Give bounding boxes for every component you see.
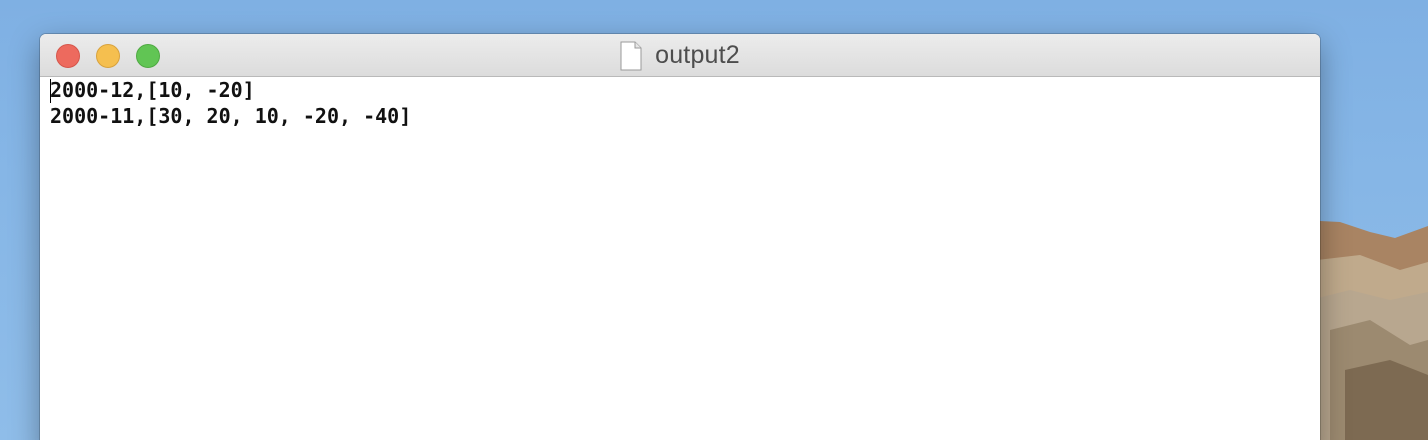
document-icon	[620, 41, 642, 71]
window-title: output2	[655, 41, 740, 69]
text-line[interactable]: 2000-12,[10, -20]	[50, 77, 255, 103]
text-line[interactable]: 2000-11,[30, 20, 10, -20, -40]	[50, 103, 411, 129]
text-editor-window: output2 2000-12,[10, -20] 2000-11,[30, 2…	[40, 34, 1320, 440]
window-titlebar[interactable]: output2	[40, 34, 1320, 77]
window-title-group: output2	[40, 34, 1320, 77]
text-cursor	[50, 79, 51, 103]
text-editor-area[interactable]: 2000-12,[10, -20] 2000-11,[30, 20, 10, -…	[40, 77, 1320, 440]
